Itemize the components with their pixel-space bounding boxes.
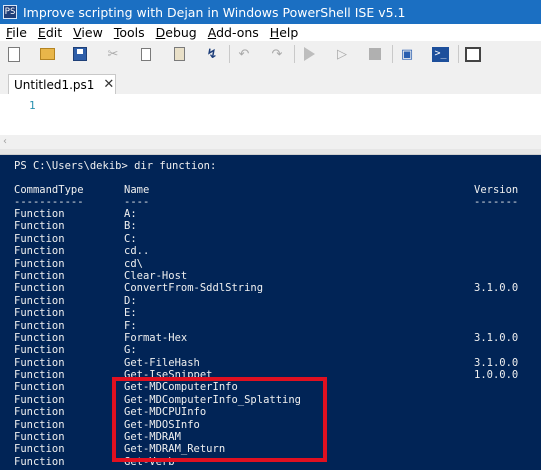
remote-powershell-icon[interactable]: ▣	[399, 46, 415, 62]
command-type-cell: Function	[14, 269, 65, 282]
header-name: Name	[124, 184, 150, 196]
header-commandtype: CommandType	[14, 184, 84, 196]
script-editor[interactable]: 1	[0, 94, 541, 135]
undo-icon[interactable]: ↶	[236, 46, 252, 62]
run-selection-icon[interactable]: ▷	[334, 46, 350, 62]
function-name-cell: D:	[124, 294, 137, 307]
command-type-cell: Function	[14, 307, 65, 320]
command-type-cell: Function	[14, 443, 65, 456]
function-name-cell: G:	[124, 344, 137, 357]
window-title: Improve scripting with Dejan in Windows …	[23, 4, 406, 20]
version-cell: 1.0.0.0	[474, 369, 519, 382]
command-type-cell: Function	[14, 294, 65, 307]
version-cell: 3.1.0.0	[474, 356, 519, 369]
command-type-cell: Function	[14, 356, 65, 369]
function-row: Function Clear-Host	[0, 270, 541, 282]
underline-name: ----	[124, 196, 150, 208]
close-tab-icon[interactable]: ✕	[103, 77, 114, 92]
function-name-cell: Get-FileHash	[124, 356, 200, 369]
tab-label: Untitled1.ps1	[14, 77, 95, 92]
function-name-cell: cd..	[124, 245, 150, 258]
function-row: Function F:	[0, 320, 541, 332]
function-row: Function Get-FileHash 3.1.0.0	[0, 357, 541, 369]
command-type-cell: Function	[14, 418, 65, 431]
title-bar: PS Improve scripting with Dejan in Windo…	[0, 0, 541, 24]
underline-commandtype: -----------	[14, 196, 84, 208]
powershell-icon[interactable]: >_	[432, 46, 449, 62]
new-script-icon[interactable]	[6, 46, 22, 62]
command-type-cell: Function	[14, 381, 65, 394]
function-name-cell: cd\	[124, 257, 143, 270]
function-name-cell: E:	[124, 307, 137, 320]
function-row: Function G:	[0, 344, 541, 356]
menu-edit[interactable]: Edit	[32, 25, 67, 40]
menu-bar: File Edit View Tools Debug Add-ons Help	[0, 24, 541, 41]
command-type-cell: Function	[14, 344, 65, 357]
command-type-cell: Function	[14, 232, 65, 245]
function-row: Function D:	[0, 295, 541, 307]
powershell-ise-app-icon: PS	[3, 5, 17, 19]
command-type-cell: Function	[14, 331, 65, 344]
command-type-cell: Function	[14, 245, 65, 258]
function-row: Function cd\	[0, 258, 541, 270]
layout-icon[interactable]	[465, 46, 481, 62]
scroll-left-icon[interactable]: ‹	[3, 136, 7, 147]
function-name-cell: B:	[124, 220, 137, 233]
stop-icon[interactable]	[367, 46, 383, 62]
function-row: Function C:	[0, 233, 541, 245]
tab-untitled1[interactable]: Untitled1.ps1 ✕	[8, 74, 116, 94]
paste-icon[interactable]	[171, 46, 187, 62]
save-icon[interactable]	[72, 46, 88, 62]
function-row: Function E:	[0, 307, 541, 319]
command-type-cell: Function	[14, 406, 65, 419]
clear-console-icon[interactable]: ↯	[204, 46, 220, 62]
open-folder-icon[interactable]	[39, 46, 55, 62]
underline-version: -------	[474, 196, 519, 208]
version-cell: 3.1.0.0	[474, 282, 519, 295]
function-name-cell: F:	[124, 319, 137, 332]
function-row: Function cd..	[0, 245, 541, 257]
command-type-cell: Function	[14, 208, 65, 220]
header-version: Version	[474, 184, 519, 196]
run-script-icon[interactable]	[301, 46, 317, 62]
toolbar-separator	[294, 45, 295, 63]
function-row: Function ConvertFrom-SddlString 3.1.0.0	[0, 282, 541, 294]
line-number: 1	[29, 99, 36, 112]
toolbar-separator	[229, 45, 230, 63]
console-prompt: PS C:\Users\dekib> dir function:	[14, 160, 217, 172]
menu-view[interactable]: View	[67, 25, 108, 40]
menu-add-ons[interactable]: Add-ons	[202, 25, 264, 40]
menu-tools[interactable]: Tools	[108, 25, 150, 40]
function-row: Function B:	[0, 220, 541, 232]
copy-icon[interactable]	[138, 46, 154, 62]
command-type-cell: Function	[14, 220, 65, 233]
command-type-cell: Function	[14, 282, 65, 295]
function-name-cell: Format-Hex	[124, 331, 188, 344]
function-name-cell: A:	[124, 208, 137, 220]
function-row: Function A:	[0, 208, 541, 220]
menu-debug[interactable]: Debug	[150, 25, 202, 40]
toolbar: ✂ ↯ ↶ ↷ ▷ ▣ >_	[0, 41, 541, 67]
menu-file[interactable]: File	[0, 25, 32, 40]
command-type-cell: Function	[14, 431, 65, 444]
command-type-cell: Function	[14, 393, 65, 406]
cut-icon[interactable]: ✂	[105, 46, 121, 62]
menu-help[interactable]: Help	[264, 25, 304, 40]
editor-horizontal-scrollbar[interactable]: ‹	[0, 135, 541, 149]
command-type-cell: Function	[14, 319, 65, 332]
function-row: Function Format-Hex 3.1.0.0	[0, 332, 541, 344]
version-cell: 3.1.0.0	[474, 331, 519, 344]
command-type-cell: Function	[14, 455, 65, 468]
function-name-cell: Clear-Host	[124, 269, 188, 282]
script-tab-strip: Untitled1.ps1 ✕	[0, 67, 541, 94]
toolbar-separator	[392, 45, 393, 63]
redo-icon[interactable]: ↷	[269, 46, 285, 62]
toolbar-separator	[458, 45, 459, 63]
function-name-cell: C:	[124, 232, 137, 245]
command-type-cell: Function	[14, 369, 65, 382]
command-type-cell: Function	[14, 257, 65, 270]
function-name-cell: ConvertFrom-SddlString	[124, 282, 264, 295]
highlight-box	[112, 377, 327, 462]
